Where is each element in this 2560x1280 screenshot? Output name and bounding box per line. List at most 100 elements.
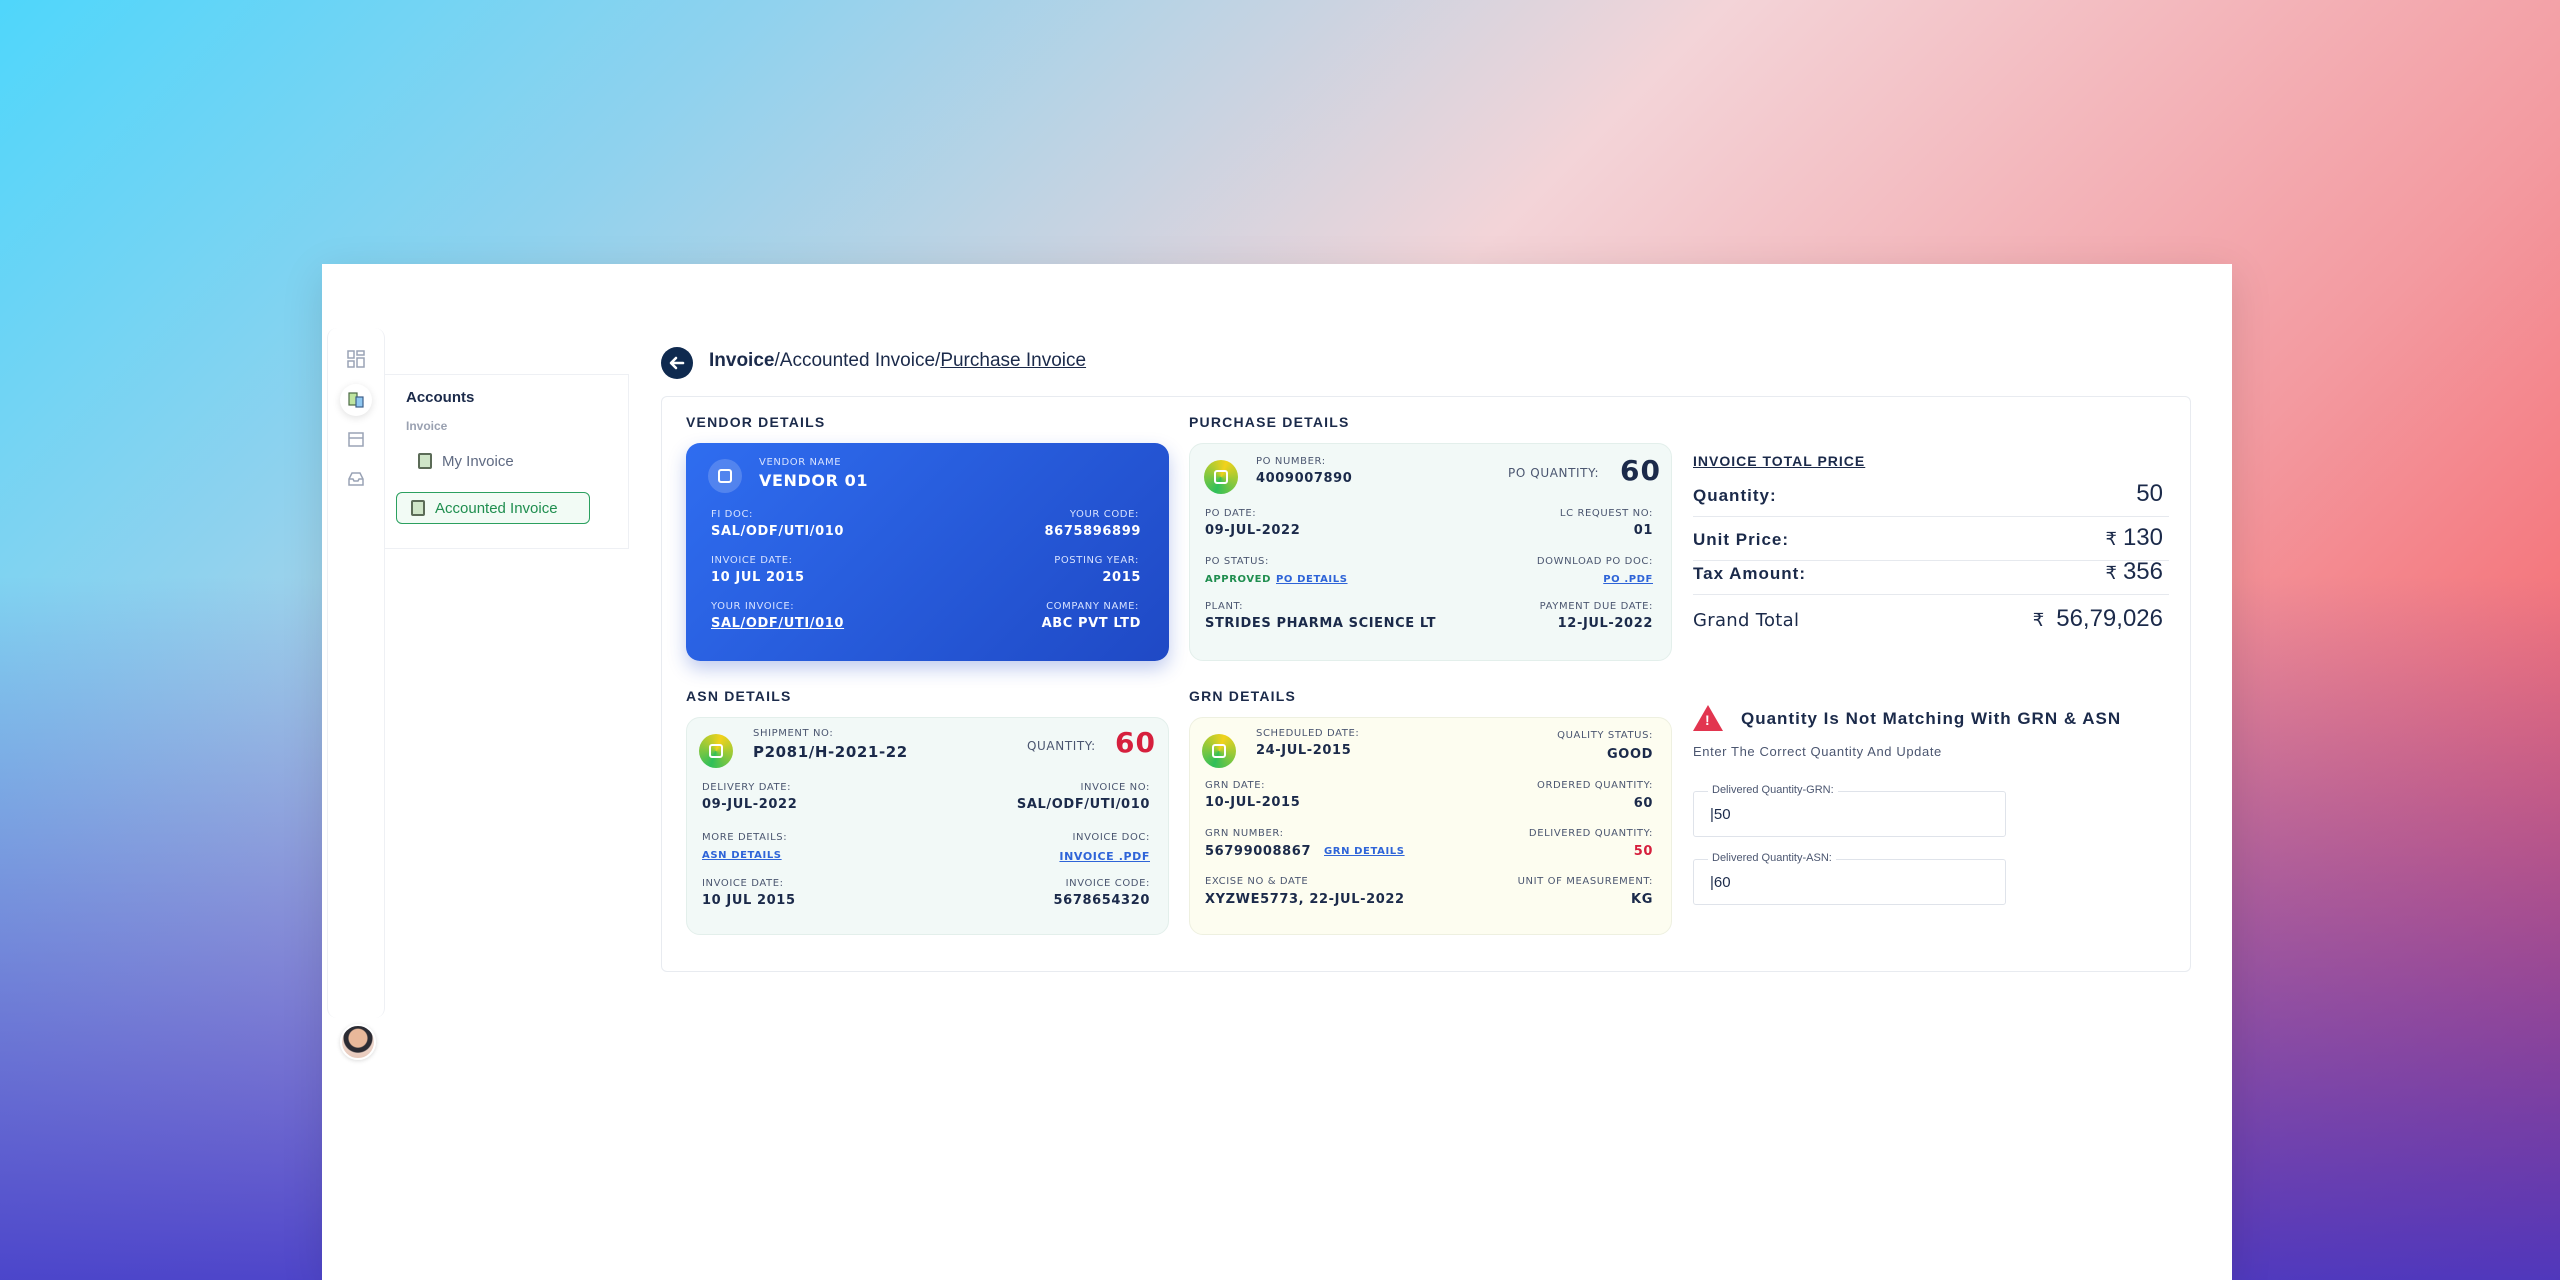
sidebar-panel: Accounts Invoice My Invoice Accounted In… [384, 374, 629, 549]
company-name: ABC PVT LTD [1041, 616, 1141, 631]
asn-quantity-label: QUANTITY: [1027, 739, 1096, 753]
shopping-bag-icon [699, 734, 733, 768]
delivered-quantity: 50 [1633, 844, 1653, 859]
invoice-no-label: INVOICE NO: [1080, 782, 1150, 793]
alert-triangle-icon: ! [1693, 705, 1723, 731]
breadcrumb-purchase-invoice[interactable]: Purchase Invoice [940, 350, 1086, 371]
more-details-label: MORE DETAILS: [702, 832, 788, 843]
sidebar-subtitle: Invoice [406, 419, 448, 433]
invoice-doc-icon [411, 500, 425, 516]
rupee-icon: ₹ [2105, 563, 2117, 583]
invoice-detail-panel: VENDOR DETAILS VENDOR NAME VENDOR 01 FI … [661, 396, 2191, 972]
grn-card: SCHEDULED DATE: 24-JUL-2015 QUALITY STAT… [1189, 717, 1672, 935]
mismatch-warning-subtitle: Enter The Correct Quantity And Update [1693, 744, 1942, 759]
lc-request-label: LC REQUEST NO: [1559, 508, 1653, 519]
po-date-label: PO DATE: [1205, 508, 1257, 519]
breadcrumb-invoice[interactable]: Invoice [709, 350, 774, 371]
delivered-quantity-label: DELIVERED QUANTITY: [1528, 828, 1653, 839]
purchase-card: PO NUMBER: 4009007890 PO QUANTITY: 60 PO… [1189, 443, 1672, 661]
invoice-code-label: INVOICE CODE: [1065, 878, 1150, 889]
delivery-date: 09-JUL-2022 [702, 797, 798, 812]
your-invoice-link[interactable]: SAL/ODF/UTI/010 [711, 616, 844, 631]
po-status-badge: APPROVED [1205, 574, 1272, 585]
grn-date: 10-JUL-2015 [1205, 795, 1301, 810]
arrow-left-icon [669, 356, 685, 370]
invoice-pdf-link[interactable]: INVOICE .PDF [1059, 850, 1150, 863]
breadcrumb-accounted-invoice[interactable]: Accounted Invoice [780, 350, 935, 371]
fi-doc-label: FI DOC: [711, 509, 754, 520]
grn-date-label: GRN DATE: [1205, 780, 1266, 791]
po-quantity-label: PO QUANTITY: [1508, 466, 1600, 480]
asn-details-link[interactable]: ASN DETAILS [702, 850, 782, 861]
vendor-invoice-date-label: INVOICE DATE: [711, 555, 793, 566]
vendor-invoice-date: 10 JUL 2015 [711, 570, 805, 585]
invoice-doc-label: INVOICE DOC: [1072, 832, 1150, 843]
tax-amount: 356 [2122, 558, 2163, 585]
inbox-icon[interactable] [345, 468, 367, 490]
mismatch-warning-title: Quantity Is Not Matching With GRN & ASN [1741, 709, 2122, 728]
uom-label: UNIT OF MEASUREMENT: [1517, 876, 1653, 887]
grand-total-row: Grand Total ₹56,79,026 [1693, 601, 2169, 641]
asn-section-title: ASN DETAILS [686, 688, 792, 704]
sidebar-item-label: My Invoice [442, 452, 514, 470]
vendor-document-icon [708, 459, 742, 493]
grand-total-label: Grand Total [1693, 610, 1800, 631]
asn-invoice-date-label: INVOICE DATE: [702, 878, 784, 889]
payment-due-date: 12-JUL-2022 [1557, 616, 1653, 631]
po-number: 4009007890 [1256, 471, 1353, 486]
total-quantity: 50 [2136, 480, 2163, 507]
total-quantity-label: Quantity: [1693, 486, 1777, 505]
plant: STRIDES PHARMA SCIENCE LT [1205, 616, 1437, 631]
invoice-code: 5678654320 [1053, 893, 1150, 908]
back-button[interactable] [661, 347, 693, 379]
your-code-label: YOUR CODE: [1069, 509, 1139, 520]
delivered-quantity-asn-field: Delivered Quantity-ASN: [1693, 852, 2006, 905]
icon-rail [327, 328, 385, 1060]
grn-section-title: GRN DETAILS [1189, 688, 1297, 704]
purchase-section-title: PURCHASE DETAILS [1189, 414, 1350, 430]
tax-amount-value: ₹356 [2106, 558, 2164, 586]
vendor-card: VENDOR NAME VENDOR 01 FI DOC: SAL/ODF/UT… [686, 443, 1169, 661]
payment-due-label: PAYMENT DUE DATE: [1539, 601, 1653, 612]
accounts-icon[interactable] [340, 384, 372, 416]
grn-box-icon [1202, 734, 1236, 768]
company-name-label: COMPANY NAME: [1046, 601, 1139, 612]
asn-card: SHIPMENT NO: P2081/H-2021-22 QUANTITY: 6… [686, 717, 1169, 935]
posting-year-label: POSTING YEAR: [1054, 555, 1139, 566]
delivered-quantity-asn-label: Delivered Quantity-ASN: [1708, 852, 1836, 864]
sidebar-item-accounted-invoice[interactable]: Accounted Invoice [396, 492, 590, 524]
sidebar-item-my-invoice[interactable]: My Invoice [402, 445, 514, 477]
fi-doc: SAL/ODF/UTI/010 [711, 524, 845, 539]
excise-label: EXCISE NO & DATE [1205, 876, 1309, 887]
unit-of-measurement: KG [1631, 892, 1653, 907]
rupee-icon: ₹ [2105, 529, 2117, 549]
total-quantity-row: Quantity: 50 [1693, 477, 2169, 517]
sidebar-item-label: Accounted Invoice [435, 499, 558, 517]
dashboard-icon[interactable] [345, 348, 367, 370]
delivered-quantity-asn-input[interactable] [1710, 874, 1990, 891]
app-window: Accounts Invoice My Invoice Accounted In… [322, 264, 2232, 1280]
tax-amount-label: Tax Amount: [1693, 564, 1806, 583]
grand-total: 56,79,026 [2056, 605, 2163, 632]
store-icon[interactable] [345, 428, 367, 450]
vendor-name: VENDOR 01 [759, 471, 869, 490]
rupee-icon: ₹ [2032, 610, 2045, 630]
ordered-quantity-label: ORDERED QUANTITY: [1536, 780, 1653, 791]
po-date: 09-JUL-2022 [1205, 523, 1301, 538]
grand-total-value: ₹56,79,026 [2033, 605, 2163, 633]
po-pdf-link[interactable]: PO .PDF [1603, 574, 1653, 585]
po-details-link[interactable]: PO DETAILS [1276, 574, 1348, 585]
lc-request: 01 [1633, 523, 1653, 538]
invoice-total-title[interactable]: INVOICE TOTAL PRICE [1693, 453, 1865, 469]
grn-details-link[interactable]: GRN DETAILS [1324, 846, 1405, 857]
user-avatar[interactable] [340, 1024, 376, 1060]
invoice-no: SAL/ODF/UTI/010 [1016, 797, 1150, 812]
unit-price-value: ₹130 [2106, 524, 2164, 552]
vendor-name-label: VENDOR NAME [759, 457, 842, 468]
scheduled-date: 24-JUL-2015 [1256, 743, 1352, 758]
delivery-date-label: DELIVERY DATE: [702, 782, 792, 793]
shipment-number: P2081/H-2021-22 [753, 743, 908, 761]
ordered-quantity: 60 [1633, 796, 1653, 811]
unit-price-label: Unit Price: [1693, 530, 1790, 549]
delivered-quantity-grn-input[interactable] [1710, 806, 1990, 823]
